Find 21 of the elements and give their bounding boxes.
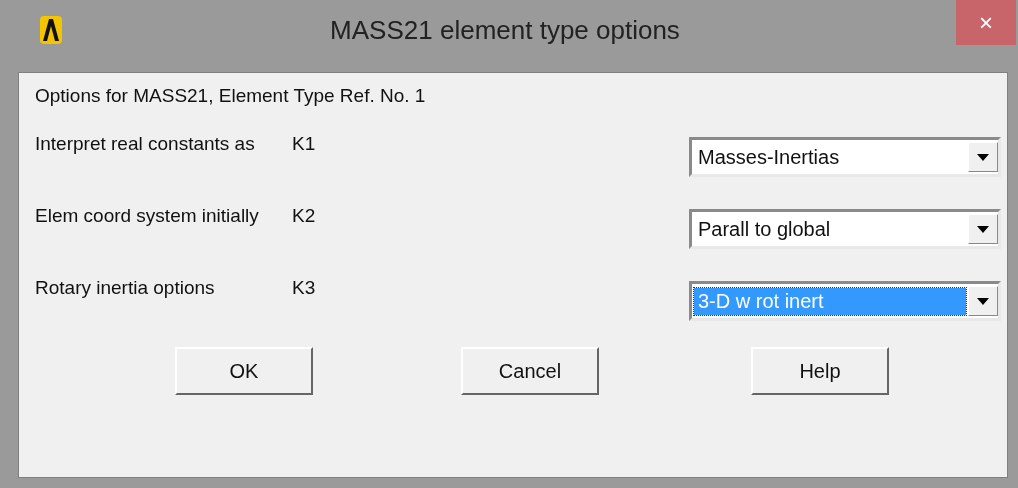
dialog-button[interactable]: Cancel bbox=[461, 347, 599, 395]
dropdown-arrow-button[interactable] bbox=[968, 286, 998, 316]
dialog-button[interactable]: OK bbox=[175, 347, 313, 395]
option-label: Interpret real constants as bbox=[35, 133, 256, 155]
dropdown[interactable]: Parall to global bbox=[689, 209, 1001, 249]
option-key: K1 bbox=[292, 133, 352, 155]
close-button[interactable]: × bbox=[956, 0, 1016, 45]
dialog-button[interactable]: Help bbox=[751, 347, 889, 395]
option-key: K3 bbox=[292, 277, 352, 299]
caret-icon bbox=[977, 153, 989, 161]
option-label: Rotary inertia options bbox=[35, 277, 216, 299]
dropdown-arrow-button[interactable] bbox=[968, 214, 998, 244]
heading-text: Options for MASS21, Element Type Ref. No. 1 bbox=[35, 85, 427, 108]
caret-icon bbox=[977, 297, 989, 305]
dropdown-arrow-button[interactable] bbox=[968, 142, 998, 172]
option-label: Elem coord system initially bbox=[35, 205, 260, 227]
logo-icon bbox=[40, 16, 62, 44]
option-key: K2 bbox=[292, 205, 352, 227]
caret-icon bbox=[977, 225, 989, 233]
dropdown[interactable]: Masses-Inertias bbox=[689, 137, 1001, 177]
window-title: MASS21 element type options bbox=[329, 14, 681, 46]
